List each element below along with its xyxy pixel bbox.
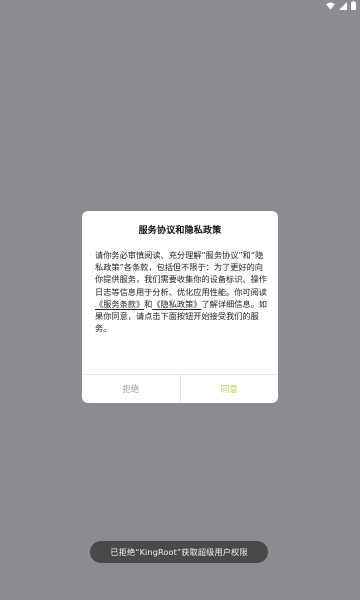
wifi-icon [326, 2, 335, 10]
status-bar [0, 0, 360, 12]
status-icons [326, 1, 356, 10]
reject-button[interactable]: 拒绝 [82, 375, 181, 403]
dialog-body-text: 请你务必审慎阅读、充分理解“服务协议”和“隐私政策”各条款，包括但不限于：为了更… [95, 250, 267, 297]
toast-message: 已拒绝“KingRoot”获取超级用户权限 [90, 541, 268, 563]
service-terms-link[interactable]: 《服务条款》 [95, 299, 144, 309]
privacy-policy-link[interactable]: 《隐私政策》 [152, 299, 201, 309]
dialog-footer: 拒绝 同意 [82, 374, 278, 403]
dialog-title: 服务协议和隐私政策 [138, 226, 222, 236]
screen: 服务协议和隐私政策 请你务必审慎阅读、充分理解“服务协议”和“隐私政策”各条款，… [0, 0, 360, 600]
dialog-body: 请你务必审慎阅读、充分理解“服务协议”和“隐私政策”各条款，包括但不限于：为了更… [95, 249, 267, 334]
privacy-dialog: 服务协议和隐私政策 请你务必审慎阅读、充分理解“服务协议”和“隐私政策”各条款，… [82, 211, 278, 403]
battery-icon [351, 1, 356, 10]
agree-button[interactable]: 同意 [181, 375, 279, 403]
signal-icon [339, 1, 347, 10]
